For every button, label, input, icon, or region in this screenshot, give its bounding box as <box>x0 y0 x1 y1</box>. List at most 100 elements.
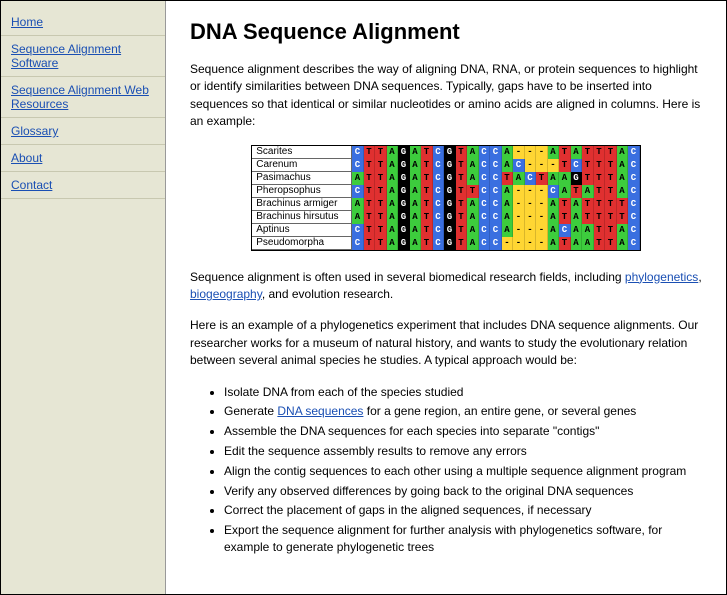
link-dna-sequences[interactable]: DNA sequences <box>277 404 363 418</box>
base-cell: A <box>571 237 583 250</box>
base-cell: C <box>628 198 640 211</box>
nav-web-resources[interactable]: Sequence Alignment Web Resources <box>1 77 165 118</box>
base-cell: C <box>479 224 491 237</box>
alignment-row: PseudomorphaCTTAGATCGTACC----ATAATTAC <box>252 237 640 250</box>
base-cell: C <box>490 237 502 250</box>
base-cell: T <box>456 172 468 185</box>
base-cell: A <box>617 172 629 185</box>
text: Verify any observed differences by going… <box>224 484 633 498</box>
base-cell: C <box>433 211 445 224</box>
base-cell: A <box>410 185 422 198</box>
base-cell: T <box>364 211 376 224</box>
nav-home[interactable]: Home <box>1 9 165 36</box>
base-cell: T <box>456 224 468 237</box>
base-cell: C <box>490 198 502 211</box>
base-cell: T <box>364 237 376 250</box>
base-cell: T <box>456 185 468 198</box>
base-cell: - <box>502 237 514 250</box>
alignment-row: PasimachusATTAGATCGTACCTACTAAGTTTAC <box>252 172 640 185</box>
base-cell: C <box>352 159 364 172</box>
base-cell: G <box>444 211 456 224</box>
base-cell: A <box>410 146 422 159</box>
base-cell: T <box>582 198 594 211</box>
base-cell: T <box>375 185 387 198</box>
base-cell: A <box>387 172 399 185</box>
nav-about[interactable]: About <box>1 145 165 172</box>
base-cell: C <box>628 172 640 185</box>
base-cell: C <box>479 211 491 224</box>
base-cell: T <box>559 211 571 224</box>
base-cell: T <box>364 159 376 172</box>
base-cell: G <box>398 237 410 250</box>
steps-list: Isolate DNA from each of the species stu… <box>224 384 702 556</box>
base-cell: T <box>456 159 468 172</box>
list-item: Align the contig sequences to each other… <box>224 463 702 480</box>
base-cell: C <box>433 159 445 172</box>
base-cell: A <box>467 146 479 159</box>
base-cell: - <box>536 211 548 224</box>
base-cell: G <box>444 159 456 172</box>
example-paragraph: Here is an example of a phylogenetics ex… <box>190 317 702 369</box>
base-cell: A <box>548 146 560 159</box>
text: Align the contig sequences to each other… <box>224 464 686 478</box>
base-cell: T <box>421 159 433 172</box>
base-cell: A <box>410 224 422 237</box>
base-cell: A <box>467 198 479 211</box>
base-cell: T <box>594 224 606 237</box>
base-cell: G <box>398 185 410 198</box>
base-cell: C <box>628 211 640 224</box>
base-cell: A <box>502 146 514 159</box>
base-cell: C <box>525 172 537 185</box>
text: Generate <box>224 404 277 418</box>
base-cell: A <box>387 211 399 224</box>
base-cell: - <box>525 224 537 237</box>
base-cell: - <box>525 185 537 198</box>
base-cell: T <box>582 159 594 172</box>
base-cell: - <box>536 159 548 172</box>
base-cell: T <box>594 159 606 172</box>
base-cell: G <box>444 172 456 185</box>
base-cell: A <box>502 224 514 237</box>
base-cell: C <box>513 159 525 172</box>
text: Assemble the DNA sequences for each spec… <box>224 424 599 438</box>
base-cell: T <box>605 185 617 198</box>
nav-contact[interactable]: Contact <box>1 172 165 199</box>
base-cell: T <box>421 185 433 198</box>
base-cell: A <box>410 198 422 211</box>
base-cell: A <box>467 172 479 185</box>
list-item: Correct the placement of gaps in the ali… <box>224 502 702 519</box>
base-cell: T <box>594 211 606 224</box>
base-cell: C <box>433 237 445 250</box>
base-cell: - <box>536 185 548 198</box>
base-cell: C <box>433 198 445 211</box>
link-biogeography[interactable]: biogeography <box>190 287 262 301</box>
base-cell: A <box>548 237 560 250</box>
link-phylogenetics[interactable]: phylogenetics <box>625 270 698 284</box>
base-cell: T <box>375 237 387 250</box>
alignment-row: Brachinus armigerATTAGATCGTACCA---ATATTT… <box>252 198 640 211</box>
species-label: Pheropsophus <box>252 185 352 198</box>
base-cell: A <box>410 172 422 185</box>
text: Correct the placement of gaps in the ali… <box>224 503 592 517</box>
alignment-figure: ScaritesCTTAGATCGTACCA---ATATTTACCarenum… <box>190 145 702 251</box>
nav-software[interactable]: Sequence Alignment Software <box>1 36 165 77</box>
base-cell: T <box>502 172 514 185</box>
base-cell: - <box>525 198 537 211</box>
base-cell: C <box>352 185 364 198</box>
base-cell: T <box>467 185 479 198</box>
base-cell: C <box>559 224 571 237</box>
base-cell: G <box>444 237 456 250</box>
base-cell: - <box>513 224 525 237</box>
base-cell: C <box>628 224 640 237</box>
base-cell: T <box>456 237 468 250</box>
base-cell: T <box>375 146 387 159</box>
base-cell: C <box>628 185 640 198</box>
base-cell: T <box>605 211 617 224</box>
base-cell: A <box>548 172 560 185</box>
base-cell: C <box>548 185 560 198</box>
base-cell: A <box>467 237 479 250</box>
base-cell: - <box>525 237 537 250</box>
base-cell: C <box>352 237 364 250</box>
base-cell: C <box>628 146 640 159</box>
nav-glossary[interactable]: Glossary <box>1 118 165 145</box>
